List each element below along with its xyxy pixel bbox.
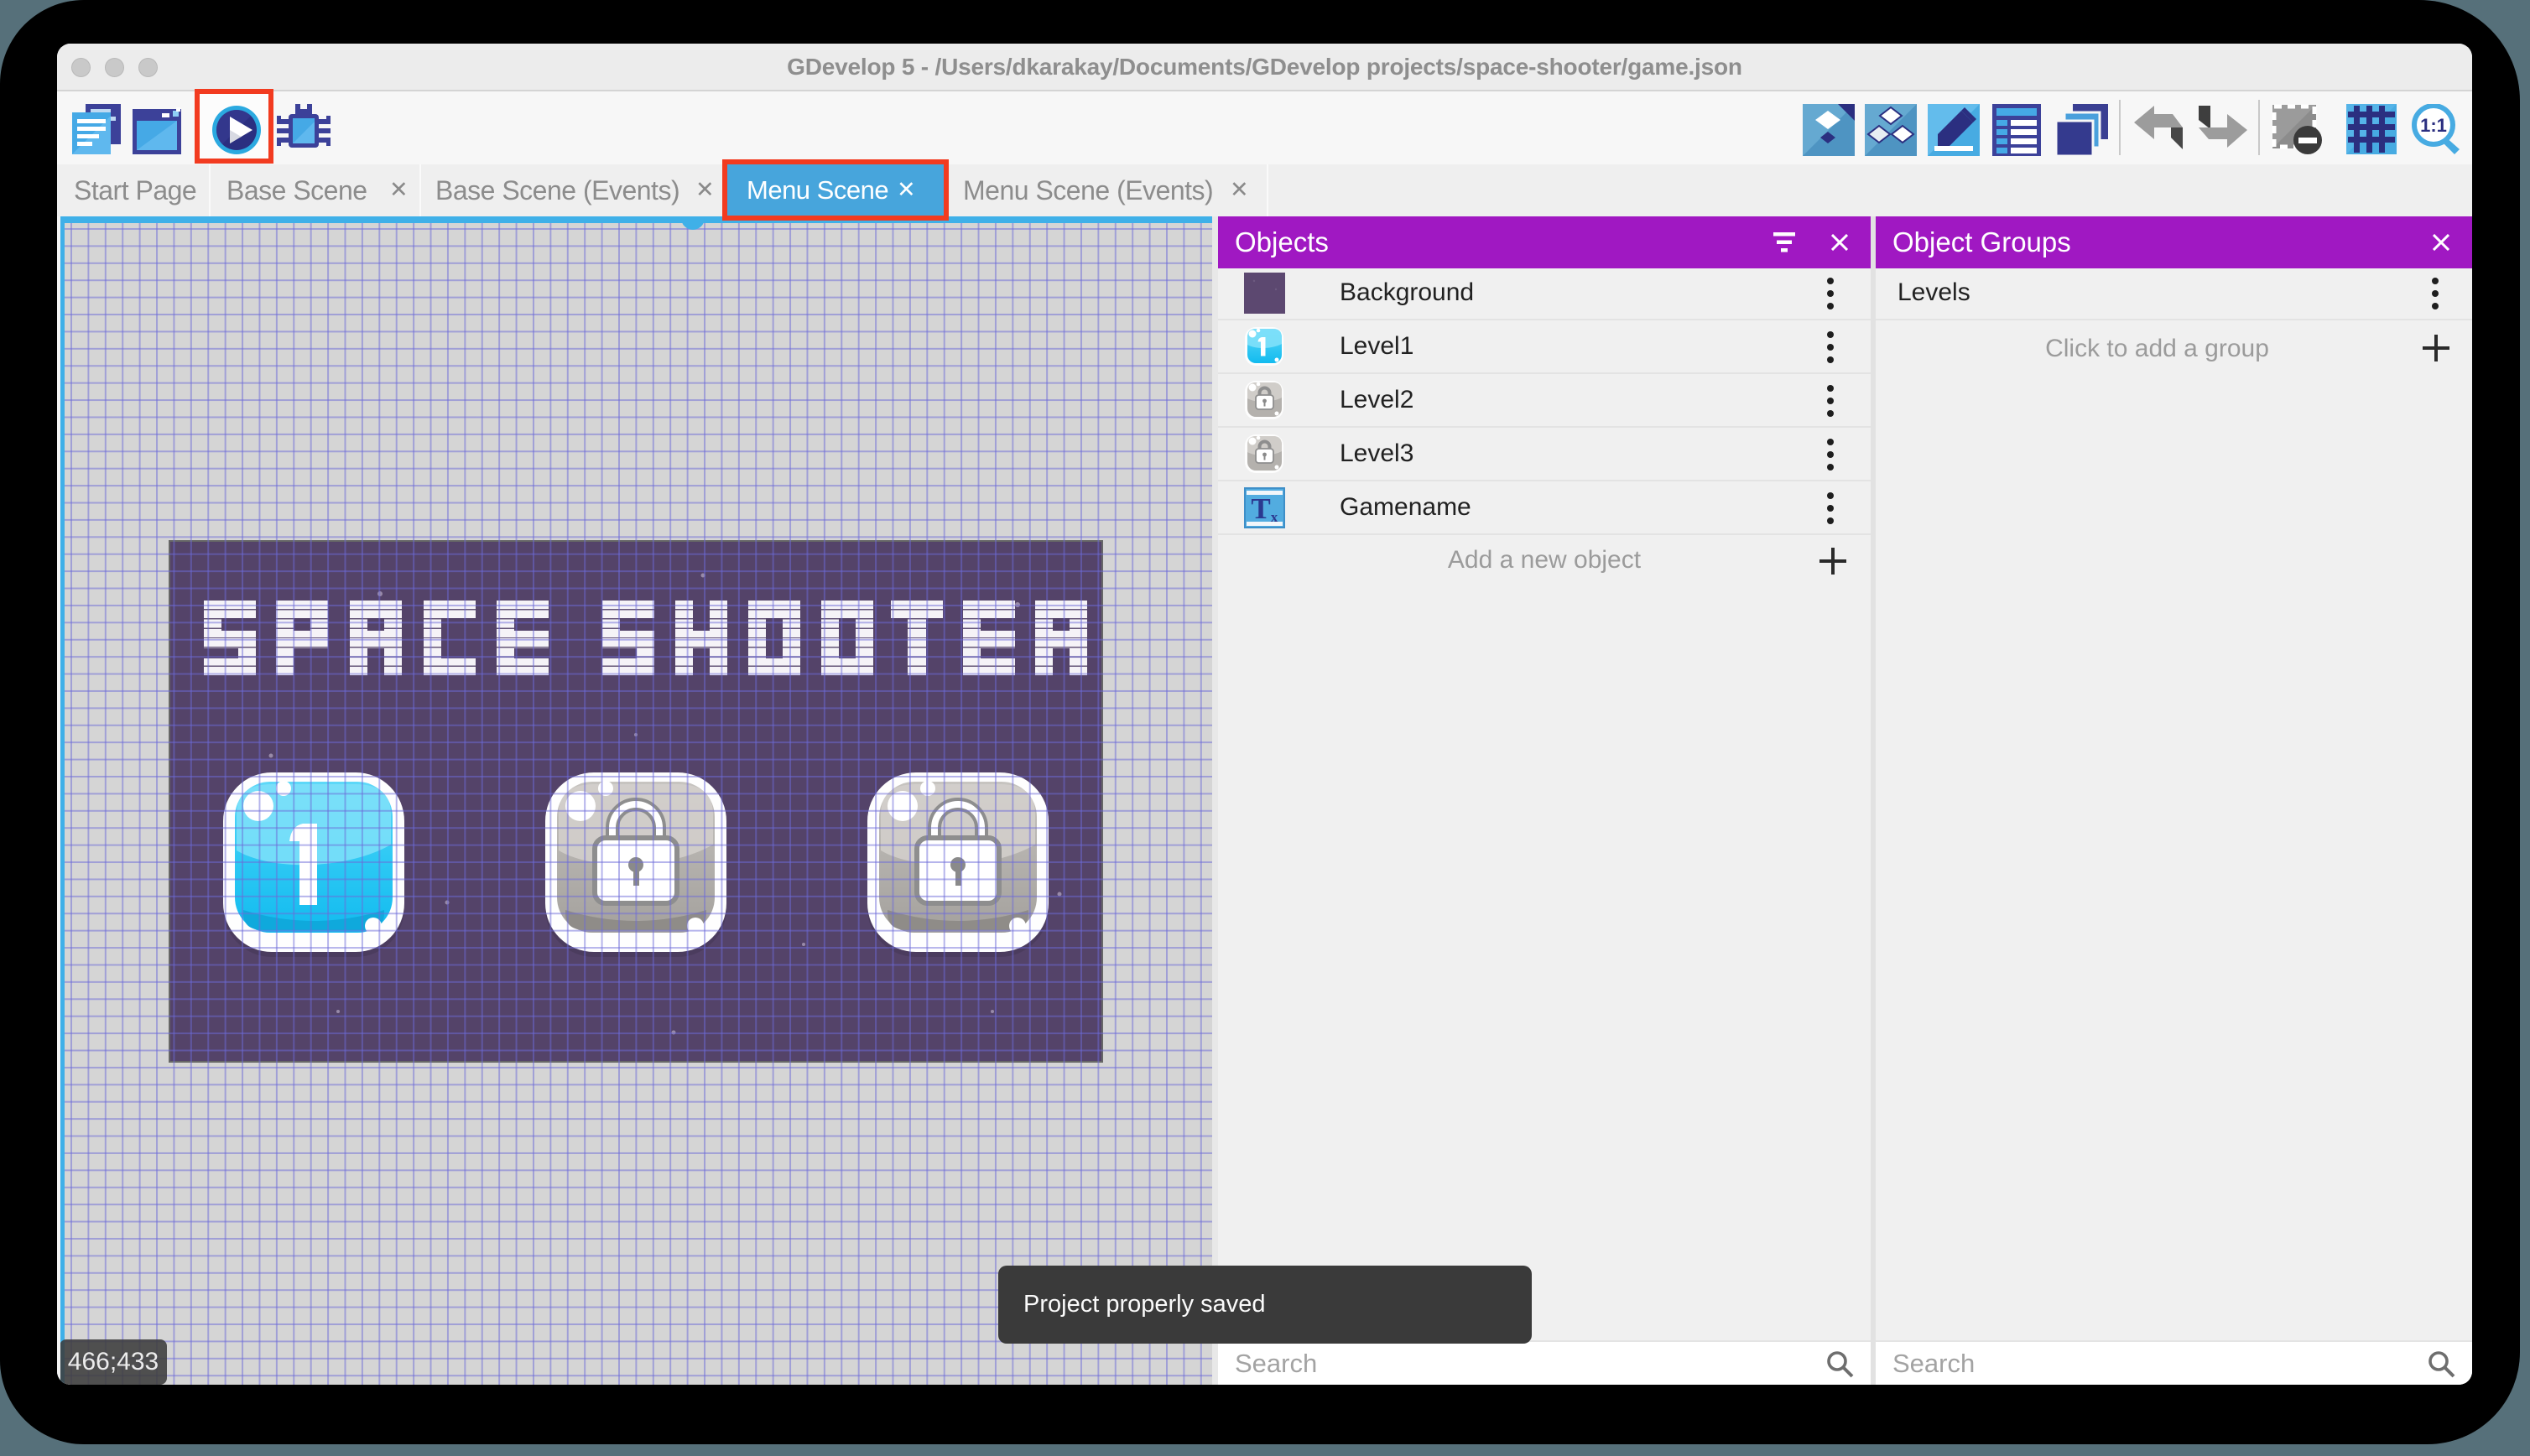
svg-text:1:1: 1:1 [2420,115,2447,136]
svg-text:T: T [1251,492,1270,525]
svg-text:x: x [1271,509,1278,525]
